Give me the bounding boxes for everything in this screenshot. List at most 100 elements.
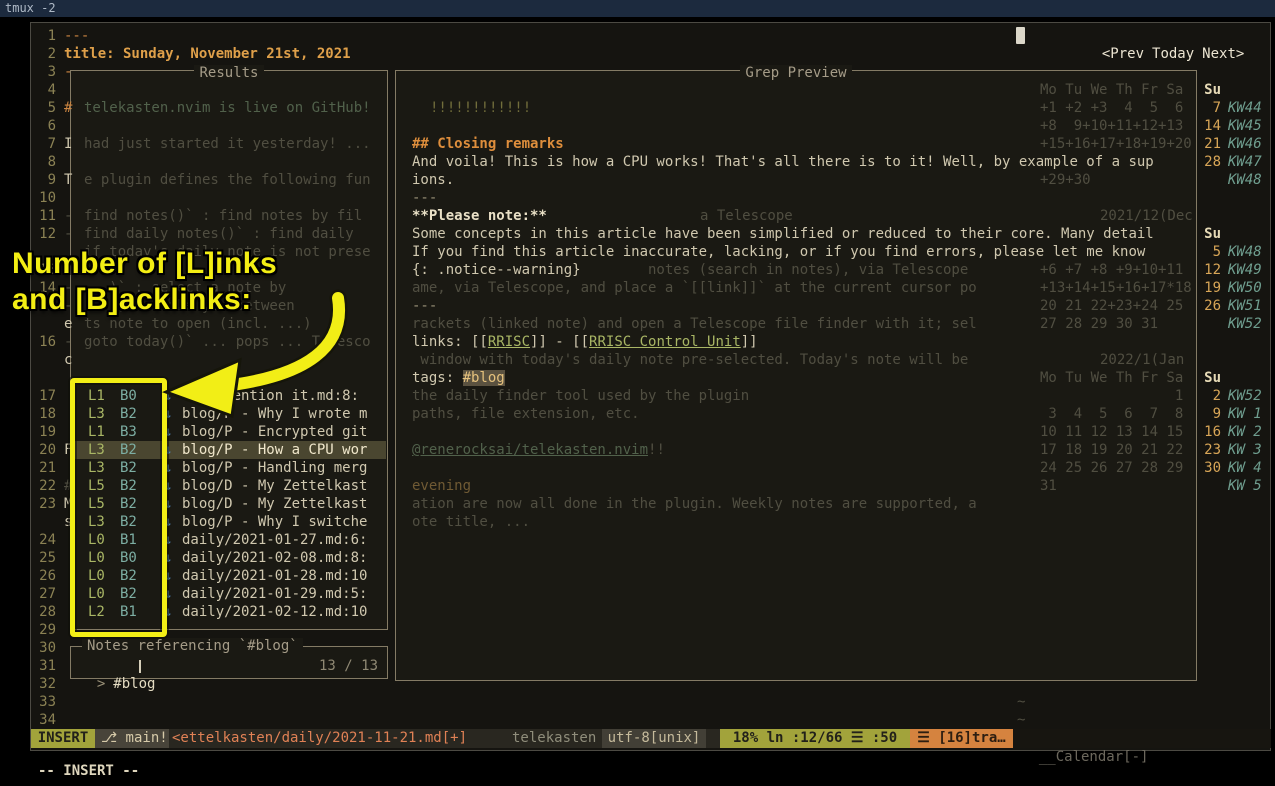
text-line: window with today's daily note pre-selec… [412, 351, 968, 369]
text-span: notes (search in notes), via Telescope [648, 262, 968, 278]
calendar-dim-dates: 27 28 29 30 31 [1040, 315, 1158, 333]
line-number: 26 [30, 567, 56, 585]
text-span: --- [412, 190, 437, 206]
calendar-date[interactable]: 28 [1197, 153, 1221, 171]
calendar-dim-dates: 2021/12(Dec [1100, 207, 1193, 225]
text-span: find daily notes()` : find daily [84, 226, 354, 242]
calendar-date[interactable]: 26 [1197, 297, 1221, 315]
text-cursor [139, 660, 141, 673]
calendar-date[interactable]: 9 [1197, 405, 1221, 423]
text-span: #blog [463, 370, 505, 386]
line-number: 33 [30, 693, 56, 711]
results-item-text: blog/P - Why I switche [182, 513, 367, 531]
text-span: If you find this article inaccurate, lac… [412, 244, 1145, 260]
calendar-nav: <PrevTodayNext> [1085, 27, 1244, 45]
text-span: **Please note:** [412, 208, 547, 224]
text-span: ame, via Telescope, and place a `[[link]… [412, 280, 977, 296]
encoding-indicator: utf-8[unix] [602, 729, 706, 748]
calendar-prev-button[interactable]: <Prev [1102, 46, 1144, 62]
calendar-today-button[interactable]: Today [1152, 46, 1194, 62]
line-number: 34 [30, 711, 56, 729]
line-number: 31 [30, 657, 56, 675]
calendar-sunday-header: Su [1197, 225, 1221, 243]
calendar-week-label: KW52 [1228, 387, 1262, 405]
calendar-week-label: KW46 [1228, 135, 1262, 153]
text-line: --- [412, 189, 437, 207]
line-number: 4 [30, 81, 56, 99]
calendar-dim-dates: +29+30 [1040, 171, 1091, 189]
line-number: 25 [30, 549, 56, 567]
results-item-text: blog/P - Encrypted git [182, 423, 367, 441]
calendar-week-label: KW 4 [1228, 459, 1262, 477]
prompt-sign: > [97, 676, 105, 692]
mode-indicator: INSERT [31, 729, 95, 748]
results-item-text: daily/2021-01-29.md:5: [182, 585, 367, 603]
text-span: title: Sunday, November 21st, 2021 [64, 46, 351, 62]
text-line: telekasten.nvim is live on GitHub! [84, 99, 371, 117]
text-line: paths, file extension, etc. [412, 405, 640, 423]
calendar-dim-dates: 31 [1040, 477, 1057, 495]
calendar-week-label: KW44 [1228, 99, 1262, 117]
text-span: ]] [741, 334, 758, 350]
calendar-date[interactable]: 16 [1197, 423, 1221, 441]
results-window-title: Results [194, 65, 263, 82]
calendar-week-label: KW51 [1228, 297, 1262, 315]
line-number: 7 [30, 135, 56, 153]
text-line: ## Closing remarks [412, 135, 564, 153]
text-line: links: [[RRISC]] - [[RRISC Control Unit]… [412, 333, 758, 351]
filetype-indicator: telekasten [512, 729, 596, 748]
results-item-text: blog/P - Handling merg [182, 459, 367, 477]
calendar-date[interactable]: 23 [1197, 441, 1221, 459]
calendar-status-text: __Calendar[-] [1039, 748, 1149, 767]
calendar-dim-dates: 17 18 19 20 21 22 [1040, 441, 1183, 459]
text-span: links: [[ [412, 334, 488, 350]
text-span: {: .notice--warning} [412, 262, 581, 278]
text-line: title: Sunday, November 21st, 2021 [64, 45, 351, 63]
text-line: @renerocksai/telekasten.nvim!! [412, 441, 665, 459]
prompt-input[interactable]: >#blog [80, 657, 155, 675]
mode-message: -- INSERT -- [38, 761, 139, 781]
text-line: # [64, 99, 72, 117]
line-number: 21 [30, 459, 56, 477]
text-line: c [64, 351, 72, 369]
line-number: 28 [30, 603, 56, 621]
calendar-date[interactable]: 7 [1197, 99, 1221, 117]
calendar-dim-dates: +13+14+15+16+17*18 [1040, 279, 1192, 297]
text-span: tags: [412, 370, 463, 386]
note-link[interactable]: RRISC Control Unit [589, 334, 741, 350]
annotation-text-line1: Number of [L]inks [12, 247, 277, 281]
text-span: c [64, 352, 72, 368]
text-line: {: .notice--warning} [412, 261, 581, 279]
calendar-dim-dates: +6 +7 +8 +9+10+11 [1040, 261, 1183, 279]
results-item-text: daily/2021-02-12.md:10 [182, 603, 367, 621]
text-span: a Telescope [700, 208, 793, 224]
calendar-week-label: KW 1 [1228, 405, 1262, 423]
calendar-date[interactable]: 21 [1197, 135, 1221, 153]
git-branch-indicator: ⎇ main! [95, 729, 169, 748]
results-title-wrap: Results [70, 62, 388, 79]
calendar-dim-dates: +15+16+17+18+19+20 [1040, 135, 1192, 153]
calendar-week-label: KW 3 [1228, 441, 1262, 459]
calendar-next-button[interactable]: Next> [1202, 46, 1244, 62]
text-span: --- [412, 298, 437, 314]
text-span: rackets (linked note) and open a Telesco… [412, 316, 977, 332]
calendar-date[interactable]: 2 [1197, 387, 1221, 405]
text-line: find notes()` : find notes by fil [84, 207, 362, 225]
line-number: 9 [30, 171, 56, 189]
calendar-date[interactable]: 30 [1197, 459, 1221, 477]
calendar-date[interactable]: 14 [1197, 117, 1221, 135]
calendar-date[interactable]: 5 [1197, 243, 1221, 261]
calendar-date[interactable]: 12 [1197, 261, 1221, 279]
line-number: 11 [30, 207, 56, 225]
text-span: telekasten.nvim is live on GitHub! [84, 100, 371, 116]
text-line: **Please note:** [412, 207, 547, 225]
calendar-date[interactable]: 19 [1197, 279, 1221, 297]
note-link[interactable]: RRISC [488, 334, 530, 350]
calendar-week-label: KW48 [1228, 171, 1262, 189]
calendar-dim-dates: Mo Tu We Th Fr Sa [1040, 369, 1183, 387]
text-span: window with today's daily note pre-selec… [412, 352, 968, 368]
text-line: ote title, ... [412, 513, 530, 531]
preview-title-wrap: Grep Preview [395, 62, 1197, 79]
text-span: I [64, 136, 72, 152]
text-line: --- [64, 27, 89, 45]
